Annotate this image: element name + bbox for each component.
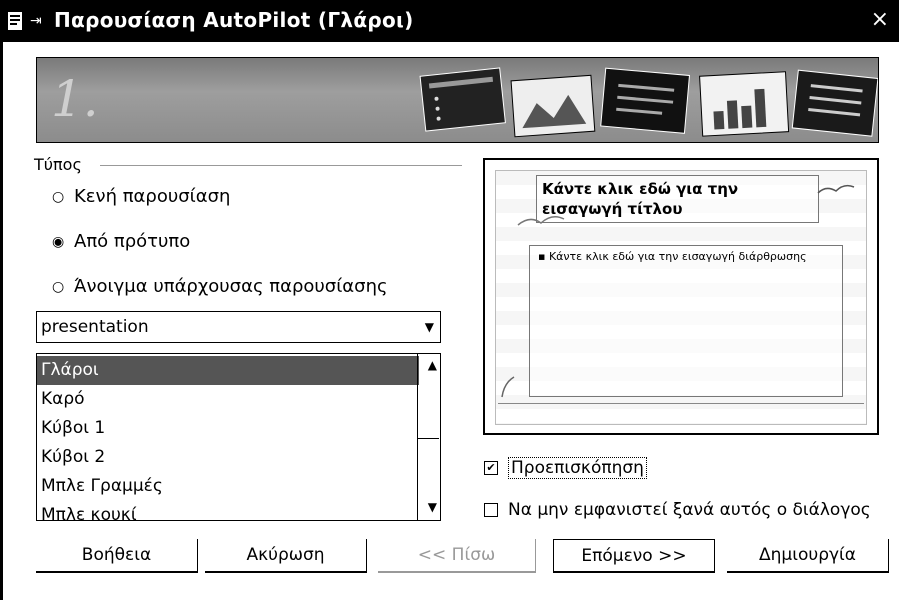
list-item[interactable]: Γλάροι [37, 356, 419, 385]
checkbox-icon[interactable] [484, 503, 498, 517]
pin-icon[interactable]: ⇥ [30, 12, 42, 30]
type-group-label: Τύπος [34, 155, 82, 174]
list-item[interactable]: Κύβοι 2 [37, 443, 419, 472]
radio-label: Άνοιγμα υπάρχουσας παρουσίασης [74, 276, 388, 297]
radio-selected-icon[interactable]: ◉ [52, 235, 66, 249]
preview-body-placeholder: ▪ Κάντε κλικ εδώ για την εισαγωγή διάρθρ… [529, 245, 843, 397]
app-icon [8, 12, 22, 30]
back-button[interactable]: << Πίσω [378, 539, 536, 573]
close-icon[interactable]: × [871, 8, 889, 32]
list-item[interactable]: Κύβοι 1 [37, 414, 419, 443]
scroll-down-icon[interactable]: ▼ [428, 500, 437, 514]
preview-body-text: Κάντε κλικ εδώ για την εισαγωγή διάρθρωσ… [548, 250, 807, 263]
help-button[interactable]: Βοήθεια [36, 539, 198, 573]
list-scrollbar[interactable] [417, 354, 440, 520]
list-item[interactable]: Μπλε Γραμμές [37, 472, 419, 501]
scroll-up-icon[interactable]: ▲ [428, 358, 437, 372]
group-divider [100, 165, 462, 166]
radio-from-template[interactable]: ◉ Από πρότυπο [52, 231, 190, 252]
chevron-down-icon[interactable]: ▼ [425, 312, 434, 342]
preview-title-placeholder: Κάντε κλικ εδώ για την εισαγωγή τίτλου [536, 175, 819, 223]
template-preview: Κάντε κλικ εδώ για την εισαγωγή τίτλου ▪… [483, 158, 879, 435]
seagull-icon [817, 184, 855, 194]
cancel-button[interactable]: Ακύρωση [205, 539, 367, 573]
preview-checkbox-label: Προεπισκόπηση [508, 457, 647, 479]
list-item[interactable]: Καρό [37, 385, 419, 414]
bullet-icon: ▪ [538, 250, 549, 263]
radio-icon[interactable]: ○ [52, 190, 66, 204]
footer-divider [498, 403, 864, 404]
seagull-icon [501, 376, 515, 398]
dont-show-checkbox-label: Να μην εμφανιστεί ξανά αυτός ο διάλογος [508, 500, 871, 520]
banner-slides-illustration [419, 67, 878, 138]
preview-slide: Κάντε κλικ εδώ για την εισαγωγή τίτλου ▪… [495, 170, 867, 425]
radio-label: Κενή παρουσίαση [74, 186, 231, 207]
step-number: 1. [51, 70, 99, 128]
radio-open-existing[interactable]: ○ Άνοιγμα υπάρχουσας παρουσίασης [52, 276, 388, 297]
category-select[interactable]: presentation ▼ [36, 311, 441, 343]
seagull-icon [517, 216, 565, 226]
preview-checkbox[interactable]: ✔ Προεπισκόπηση [484, 457, 647, 479]
title-bar: ⇥ Παρουσίαση AutoPilot (Γλάροι) × [0, 0, 899, 42]
category-select-value: presentation [41, 317, 149, 337]
list-item[interactable]: Μπλε κουκί [37, 501, 419, 520]
radio-empty-presentation[interactable]: ○ Κενή παρουσίαση [52, 186, 230, 207]
dont-show-checkbox[interactable]: Να μην εμφανιστεί ξανά αυτός ο διάλογος [484, 500, 871, 520]
checkbox-checked-icon[interactable]: ✔ [484, 461, 498, 475]
window-title: Παρουσίαση AutoPilot (Γλάροι) [54, 8, 414, 32]
step-banner: 1. [36, 57, 879, 143]
template-list[interactable]: Γλάροι Καρό Κύβοι 1 Κύβοι 2 Μπλε Γραμμές… [36, 353, 441, 521]
create-button[interactable]: Δημιουργία [727, 539, 889, 573]
radio-label: Από πρότυπο [74, 231, 191, 252]
scrollbar-thumb[interactable] [418, 380, 439, 439]
next-button[interactable]: Επόμενο >> [553, 539, 715, 573]
radio-icon[interactable]: ○ [52, 280, 66, 294]
